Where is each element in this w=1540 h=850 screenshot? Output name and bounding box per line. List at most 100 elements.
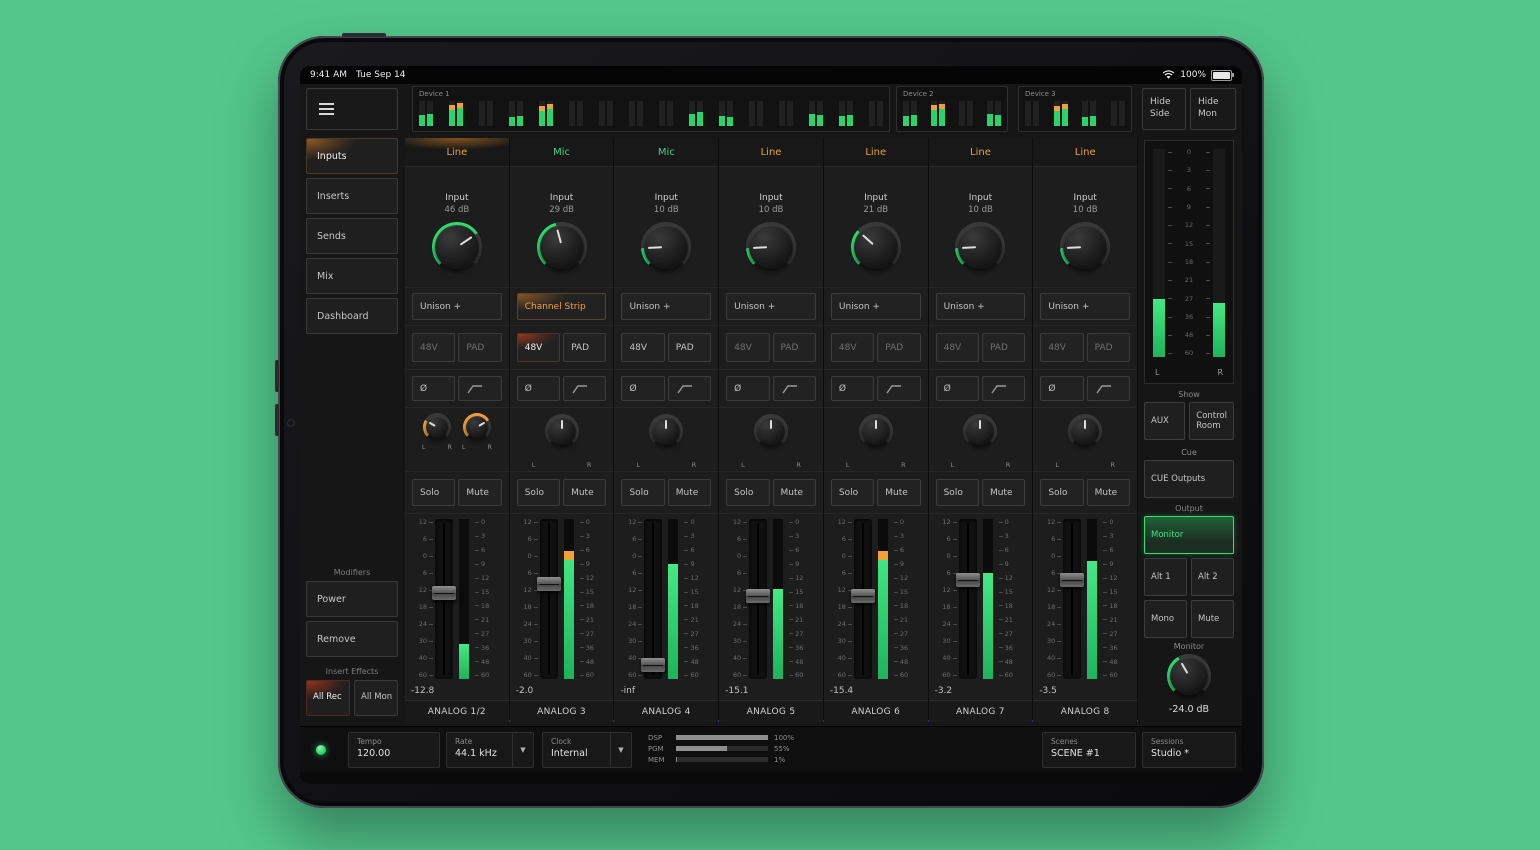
phantom-48v-button[interactable]: 48V	[726, 333, 769, 362]
input-type-button[interactable]: Line	[824, 138, 928, 167]
power-button[interactable]: Power	[306, 581, 398, 617]
input-type-button[interactable]: Line	[1033, 138, 1137, 167]
hpf-button[interactable]	[563, 376, 606, 401]
cue-outputs-button[interactable]: CUE Outputs	[1144, 460, 1234, 498]
hpf-button[interactable]	[877, 376, 920, 401]
fader-handle[interactable]	[537, 577, 561, 591]
hpf-button[interactable]	[668, 376, 711, 401]
channel-fader[interactable]	[435, 519, 453, 679]
pan-knob[interactable]	[649, 414, 683, 448]
mono-button[interactable]: Mono	[1144, 600, 1187, 638]
fader-handle[interactable]	[432, 586, 456, 600]
fader-handle[interactable]	[851, 589, 875, 603]
phase-button[interactable]: Ø	[412, 376, 455, 401]
unison-button[interactable]: Unison +	[936, 293, 1026, 320]
channel-name[interactable]: ANALOG 7	[929, 700, 1033, 722]
mute-button[interactable]: Mute	[982, 479, 1025, 506]
pad-button[interactable]: PAD	[563, 333, 606, 362]
phase-button[interactable]: Ø	[831, 376, 874, 401]
pan-knob[interactable]	[963, 414, 997, 448]
mute-button[interactable]: Mute	[458, 479, 501, 506]
gain-knob[interactable]	[746, 222, 796, 272]
channel-name[interactable]: ANALOG 1/2	[405, 700, 509, 722]
pan-knob-left[interactable]	[423, 413, 451, 441]
input-type-button[interactable]: Mic	[614, 138, 718, 167]
mute-button[interactable]: Mute	[668, 479, 711, 506]
channel-name[interactable]: ANALOG 5	[719, 700, 823, 722]
channel-fader[interactable]	[854, 519, 872, 679]
channel-name[interactable]: ANALOG 8	[1033, 700, 1137, 722]
solo-button[interactable]: Solo	[936, 479, 979, 506]
channel-fader[interactable]	[540, 519, 558, 679]
channel-name[interactable]: ANALOG 4	[614, 700, 718, 722]
sessions-button[interactable]: Sessions Studio *	[1142, 732, 1236, 768]
aux-button[interactable]: AUX	[1144, 402, 1185, 440]
phase-button[interactable]: Ø	[936, 376, 979, 401]
phantom-48v-button[interactable]: 48V	[936, 333, 979, 362]
input-type-button[interactable]: Mic	[510, 138, 614, 167]
fader-handle[interactable]	[641, 658, 665, 672]
gain-knob[interactable]	[432, 222, 482, 272]
sidebar-item-inserts[interactable]: Inserts	[306, 178, 398, 214]
menu-button[interactable]	[306, 88, 398, 130]
channel-name[interactable]: ANALOG 6	[824, 700, 928, 722]
solo-button[interactable]: Solo	[726, 479, 769, 506]
tempo-field[interactable]: Tempo 120.00	[348, 732, 440, 768]
remove-button[interactable]: Remove	[306, 621, 398, 657]
chevron-down-icon[interactable]: ▼	[610, 733, 631, 767]
channel-fader[interactable]	[644, 519, 662, 679]
pad-button[interactable]: PAD	[982, 333, 1025, 362]
unison-button[interactable]: Unison +	[831, 293, 921, 320]
sidebar-item-mix[interactable]: Mix	[306, 258, 398, 294]
sidebar-item-inputs[interactable]: Inputs	[306, 138, 398, 174]
gain-knob[interactable]	[955, 222, 1005, 272]
unison-button[interactable]: Unison +	[412, 293, 502, 320]
gain-knob[interactable]	[641, 222, 691, 272]
fader-handle[interactable]	[746, 589, 770, 603]
unison-button[interactable]: Unison +	[726, 293, 816, 320]
sample-rate-select[interactable]: Rate 44.1 kHz ▼	[446, 732, 534, 768]
pan-knob[interactable]	[545, 414, 579, 448]
gain-knob[interactable]	[851, 222, 901, 272]
pad-button[interactable]: PAD	[1087, 333, 1130, 362]
solo-button[interactable]: Solo	[831, 479, 874, 506]
phantom-48v-button[interactable]: 48V	[831, 333, 874, 362]
phase-button[interactable]: Ø	[1040, 376, 1083, 401]
hpf-button[interactable]	[1087, 376, 1130, 401]
sidebar-item-sends[interactable]: Sends	[306, 218, 398, 254]
hpf-button[interactable]	[982, 376, 1025, 401]
hide-side-button[interactable]: Hide Side	[1142, 88, 1186, 130]
unison-button[interactable]: Channel Strip	[517, 293, 607, 320]
channel-fader[interactable]	[1063, 519, 1081, 679]
monitor-mute-button[interactable]: Mute	[1191, 600, 1234, 638]
input-type-button[interactable]: Line	[405, 138, 509, 167]
pad-button[interactable]: PAD	[877, 333, 920, 362]
channel-fader[interactable]	[959, 519, 977, 679]
gain-knob[interactable]	[537, 222, 587, 272]
control-room-button[interactable]: Control Room	[1189, 402, 1234, 440]
phase-button[interactable]: Ø	[726, 376, 769, 401]
solo-button[interactable]: Solo	[517, 479, 560, 506]
gain-knob[interactable]	[1060, 222, 1110, 272]
solo-button[interactable]: Solo	[1040, 479, 1083, 506]
all-rec-button[interactable]: All Rec	[306, 680, 350, 716]
hpf-button[interactable]	[458, 376, 501, 401]
phase-button[interactable]: Ø	[621, 376, 664, 401]
channel-fader[interactable]	[749, 519, 767, 679]
chevron-down-icon[interactable]: ▼	[512, 733, 533, 767]
phantom-48v-button[interactable]: 48V	[621, 333, 664, 362]
hide-mon-button[interactable]: Hide Mon	[1190, 88, 1236, 130]
pad-button[interactable]: PAD	[773, 333, 816, 362]
pan-knob[interactable]	[754, 414, 788, 448]
phantom-48v-button[interactable]: 48V	[1040, 333, 1083, 362]
input-type-button[interactable]: Line	[719, 138, 823, 167]
mute-button[interactable]: Mute	[773, 479, 816, 506]
mute-button[interactable]: Mute	[1087, 479, 1130, 506]
pad-button[interactable]: PAD	[458, 333, 501, 362]
clock-source-select[interactable]: Clock Internal ▼	[542, 732, 632, 768]
pan-knob-right[interactable]	[463, 413, 491, 441]
alt2-button[interactable]: Alt 2	[1191, 558, 1234, 596]
scenes-button[interactable]: Scenes SCENE #1	[1042, 732, 1136, 768]
fader-handle[interactable]	[1060, 573, 1084, 587]
monitor-level-knob[interactable]	[1167, 654, 1211, 698]
